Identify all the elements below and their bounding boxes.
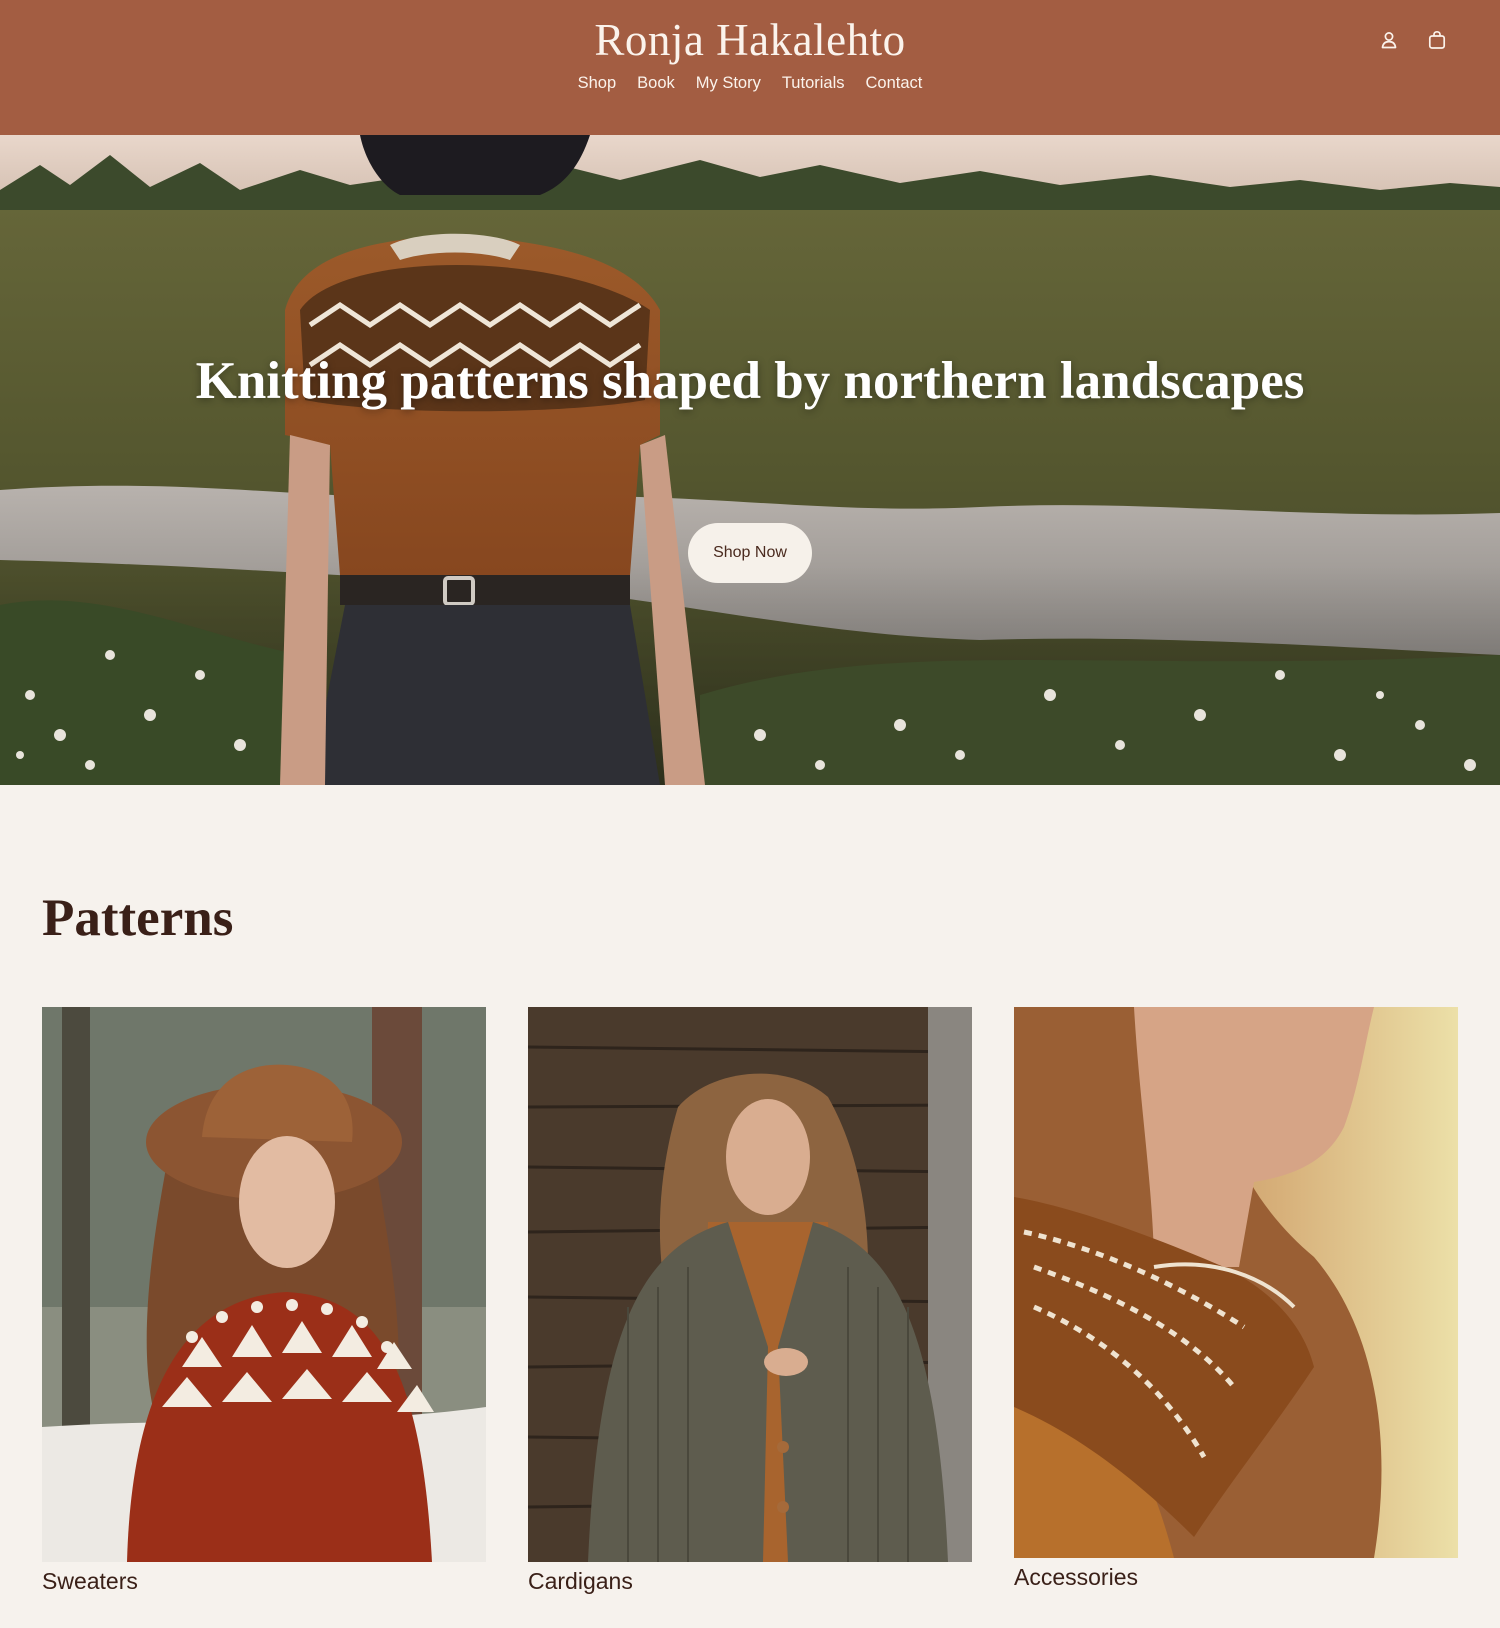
cardigans-image[interactable] (528, 1007, 972, 1562)
header-icons (1378, 29, 1448, 51)
sweaters-label[interactable]: Sweaters (42, 1568, 486, 1595)
main-nav: Shop Book My Story Tutorials Contact (0, 74, 1500, 93)
hero-title: Knitting patterns shaped by northern lan… (195, 352, 1305, 410)
nav-contact[interactable]: Contact (866, 74, 923, 93)
accessories-image[interactable] (1014, 1007, 1458, 1558)
category-card-accessories[interactable]: Accessories (1014, 1007, 1458, 1591)
shop-now-button[interactable]: Shop Now (688, 523, 812, 583)
nav-my-story[interactable]: My Story (696, 74, 761, 93)
accessories-label[interactable]: Accessories (1014, 1564, 1458, 1591)
hero-banner: Knitting patterns shaped by northern lan… (0, 135, 1500, 785)
site-header: Ronja Hakalehto Shop Book My Story Tutor… (0, 0, 1500, 135)
category-card-sweaters[interactable]: Sweaters (42, 1007, 486, 1595)
brand-logo[interactable]: Ronja Hakalehto (0, 14, 1500, 66)
nav-shop[interactable]: Shop (578, 74, 617, 93)
patterns-heading: Patterns (42, 889, 234, 947)
sweaters-image[interactable] (42, 1007, 486, 1562)
nav-book[interactable]: Book (637, 74, 675, 93)
category-card-cardigans[interactable]: Cardigans (528, 1007, 972, 1595)
hero-image (0, 135, 1500, 785)
cardigans-label[interactable]: Cardigans (528, 1568, 972, 1595)
account-icon[interactable] (1378, 29, 1400, 51)
cart-icon[interactable] (1426, 29, 1448, 51)
nav-tutorials[interactable]: Tutorials (782, 74, 845, 93)
